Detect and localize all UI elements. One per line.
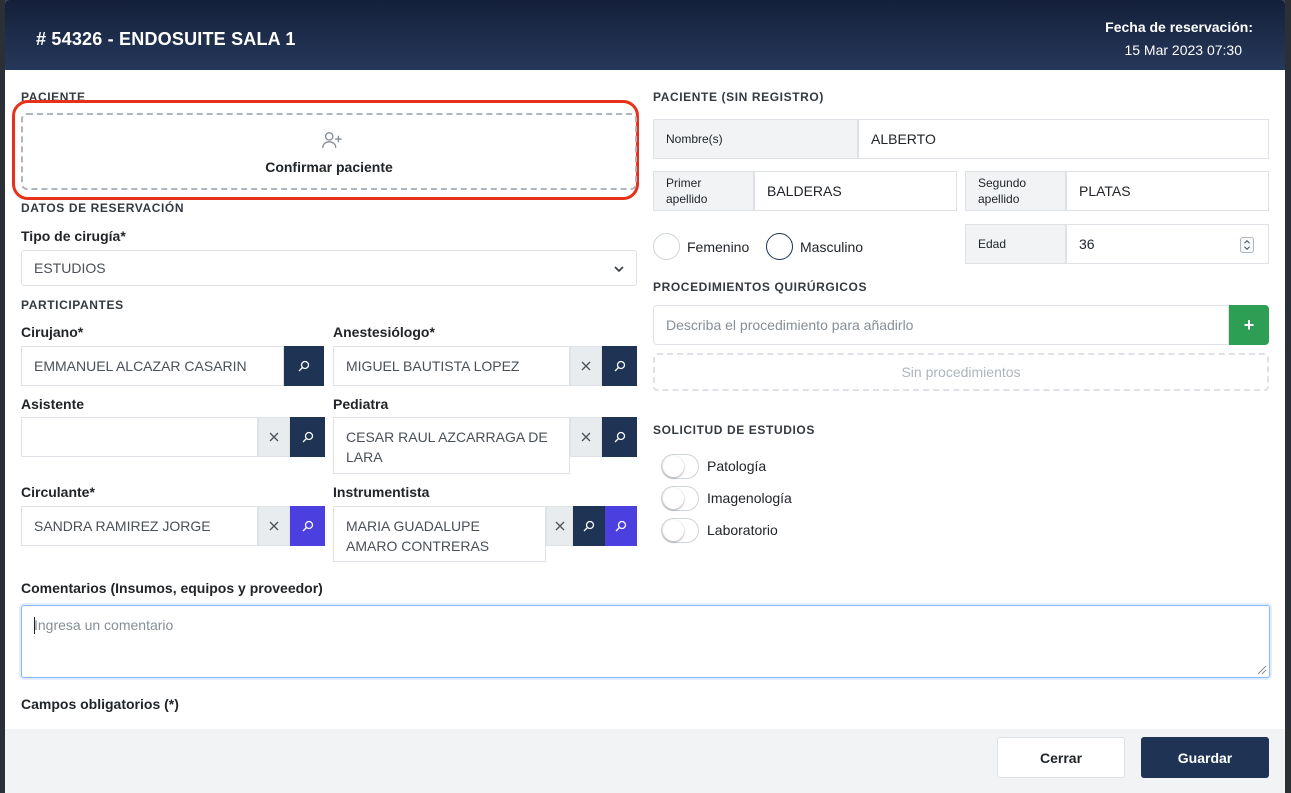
instrumentist-value: MARIA GUADALUPE AMARO CONTRERAS <box>346 518 490 554</box>
close-button[interactable]: Cerrar <box>997 737 1125 778</box>
pediatrician-value: CESAR RAUL AZCARRAGA DE LARA <box>346 429 548 465</box>
female-radio[interactable] <box>653 233 680 260</box>
laboratory-label: Laboratorio <box>707 522 778 538</box>
close-icon <box>269 432 279 442</box>
save-button[interactable]: Guardar <box>1141 737 1269 778</box>
number-spinner-icon[interactable] <box>1240 237 1254 253</box>
modal-header: # 54326 - ENDOSUITE SALA 1 Fecha de rese… <box>5 0 1285 70</box>
procedures-empty-state: Sin procedimientos <box>653 353 1269 391</box>
participants-section-label: PARTICIPANTES <box>21 298 124 312</box>
search-icon <box>583 520 595 532</box>
male-radio[interactable] <box>766 233 793 260</box>
names-value: ALBERTO <box>871 131 936 147</box>
search-icon <box>614 360 625 372</box>
first-surname-label: Primer apellido <box>653 171 754 211</box>
reservation-date-label: Fecha de reservación: <box>1105 19 1253 35</box>
chevron-down-icon <box>614 266 624 273</box>
laboratory-toggle[interactable] <box>661 518 699 543</box>
text-caret <box>34 617 35 634</box>
names-label: Nombre(s) <box>653 119 858 159</box>
search-icon <box>614 431 625 443</box>
second-surname-label: Segundo apellido <box>965 171 1066 211</box>
resize-handle-icon[interactable] <box>1257 665 1267 675</box>
instrumentist-search-button[interactable] <box>573 506 605 546</box>
male-label: Masculino <box>800 239 864 255</box>
imaging-label: Imagenología <box>707 490 792 506</box>
anesthesiologist-search-button[interactable] <box>602 346 637 386</box>
age-input[interactable]: 36 <box>1066 224 1269 264</box>
toggle-knob <box>663 520 684 541</box>
reservation-section-label: DATOS DE RESERVACIÓN <box>21 201 185 215</box>
reservation-modal: # 54326 - ENDOSUITE SALA 1 Fecha de rese… <box>5 0 1285 793</box>
female-label: Femenino <box>687 239 750 255</box>
surgery-type-label: Tipo de cirugía* <box>21 228 126 244</box>
reservation-date-value: 15 Mar 2023 07:30 <box>1124 42 1242 58</box>
assistant-clear-button[interactable] <box>258 417 290 457</box>
add-procedure-button[interactable]: + <box>1229 305 1269 345</box>
pediatrician-search-button[interactable] <box>602 417 637 457</box>
comments-placeholder: Ingresa un comentario <box>34 617 174 633</box>
second-surname-value: PLATAS <box>1079 183 1131 199</box>
search-icon <box>298 360 310 372</box>
close-icon <box>581 361 591 371</box>
unregistered-patient-section-label: PACIENTE (SIN REGISTRO) <box>653 90 824 104</box>
add-user-icon <box>322 131 342 149</box>
circulating-input[interactable]: SANDRA RAMIREZ JORGE <box>21 506 258 546</box>
instrumentist-label: Instrumentista <box>333 484 430 500</box>
circulating-value: SANDRA RAMIREZ JORGE <box>34 518 211 534</box>
instrumentist-clear-button[interactable] <box>546 506 573 546</box>
anesthesiologist-label: Anestesiólogo* <box>333 324 435 340</box>
instrumentist-input[interactable]: MARIA GUADALUPE AMARO CONTRERAS <box>333 506 546 562</box>
background-app <box>1285 0 1291 793</box>
circulating-search-button[interactable] <box>290 506 325 546</box>
surgery-type-select[interactable]: ESTUDIOS <box>21 250 637 286</box>
search-icon <box>615 520 627 532</box>
surgeon-search-button[interactable] <box>284 346 324 386</box>
search-icon <box>302 520 313 532</box>
assistant-label: Asistente <box>21 396 85 412</box>
search-icon <box>302 431 313 443</box>
first-surname-input[interactable]: BALDERAS <box>754 171 957 211</box>
required-fields-note: Campos obligatorios (*) <box>21 696 179 712</box>
age-label: Edad <box>965 224 1066 264</box>
confirm-patient-label: Confirmar paciente <box>265 159 393 175</box>
toggle-knob <box>663 488 684 509</box>
procedure-placeholder: Describa el procedimiento para añadirlo <box>666 317 914 333</box>
close-icon <box>269 521 279 531</box>
close-icon <box>555 521 564 531</box>
imaging-toggle[interactable] <box>661 486 699 511</box>
procedure-input[interactable]: Describa el procedimiento para añadirlo <box>653 305 1229 345</box>
circulating-clear-button[interactable] <box>258 506 290 546</box>
toggle-knob <box>663 456 684 477</box>
circulating-label: Circulante* <box>21 484 95 500</box>
assistant-search-button[interactable] <box>290 417 325 457</box>
comments-textarea[interactable]: Ingresa un comentario <box>21 605 1270 678</box>
surgeon-input[interactable]: EMMANUEL ALCAZAR CASARIN <box>21 346 284 386</box>
surgeon-value: EMMANUEL ALCAZAR CASARIN <box>34 358 247 374</box>
first-surname-value: BALDERAS <box>767 183 842 199</box>
procedures-section-label: PROCEDIMIENTOS QUIRÚRGICOS <box>653 280 868 294</box>
age-value: 36 <box>1079 236 1095 252</box>
anesthesiologist-input[interactable]: MIGUEL BAUTISTA LOPEZ <box>333 346 570 386</box>
names-input[interactable]: ALBERTO <box>858 119 1269 159</box>
studies-section-label: SOLICITUD DE ESTUDIOS <box>653 423 815 437</box>
surgery-type-value: ESTUDIOS <box>34 260 106 276</box>
close-icon <box>581 432 591 442</box>
pathology-toggle[interactable] <box>661 454 699 479</box>
second-surname-input[interactable]: PLATAS <box>1066 171 1269 211</box>
assistant-input[interactable] <box>21 417 258 457</box>
anesthesiologist-clear-button[interactable] <box>570 346 602 386</box>
instrumentist-alt-search-button[interactable] <box>605 506 637 546</box>
surgeon-label: Cirujano* <box>21 324 84 340</box>
pediatrician-clear-button[interactable] <box>570 417 602 457</box>
comments-label: Comentarios (Insumos, equipos y proveedo… <box>21 580 323 596</box>
modal-title: # 54326 - ENDOSUITE SALA 1 <box>36 29 296 49</box>
confirm-patient-button[interactable]: Confirmar paciente <box>21 113 637 190</box>
anesthesiologist-value: MIGUEL BAUTISTA LOPEZ <box>346 358 520 374</box>
pathology-label: Patología <box>707 458 767 474</box>
pediatrician-label: Pediatra <box>333 396 389 412</box>
pediatrician-input[interactable]: CESAR RAUL AZCARRAGA DE LARA <box>333 417 570 474</box>
